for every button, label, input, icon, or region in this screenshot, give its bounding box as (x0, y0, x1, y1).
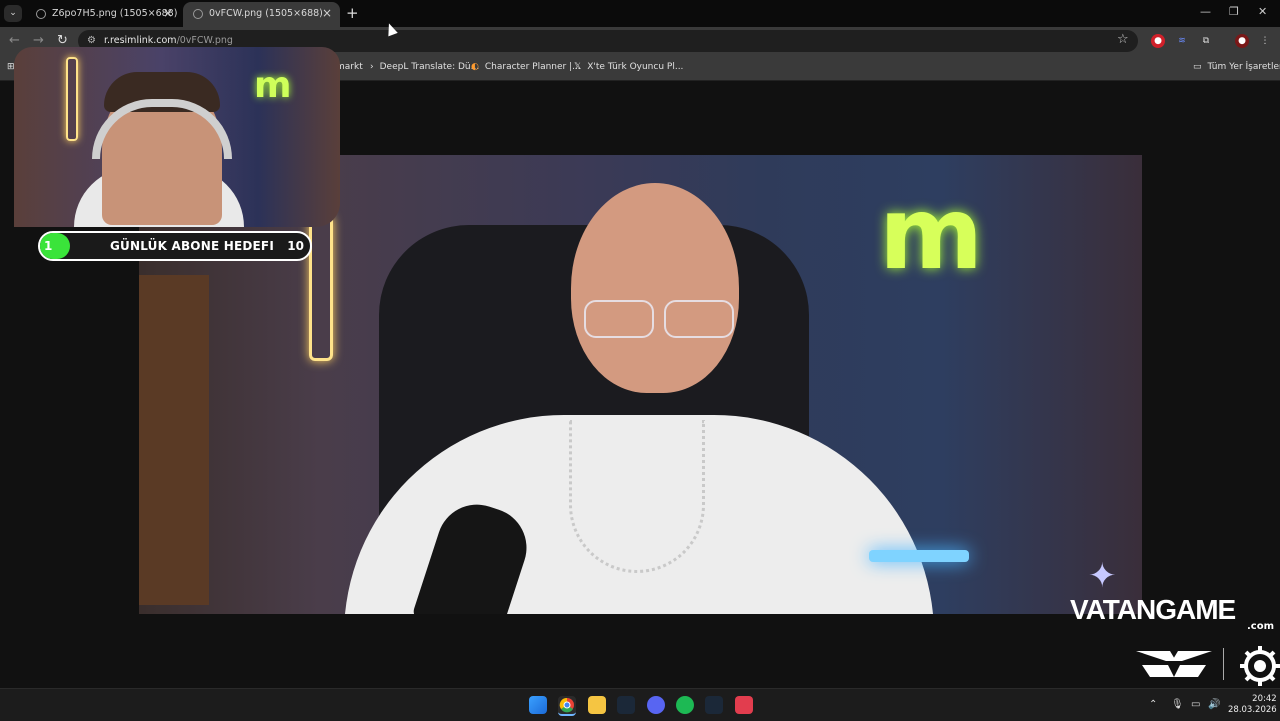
all-bookmarks-folder[interactable]: ▭ Tüm Yer İşaretleri (1193, 62, 1280, 72)
monster-energy-neon-logo: ⅿ (879, 175, 984, 292)
url-domain: r.resimlink.com (104, 35, 177, 46)
extensions-puzzle-icon[interactable]: ⧉ (1199, 34, 1213, 48)
close-icon[interactable]: × (163, 6, 173, 20)
wooden-shelf (139, 275, 209, 605)
tray-chevron-icon[interactable]: ⌃ (1149, 699, 1157, 710)
taskbar: ⌃ 🎙 ▭ 🔊 20:42 28.03.2026 (0, 688, 1280, 721)
glasses (584, 300, 744, 340)
streamer-head (571, 183, 739, 393)
sparkle-icon: ✦ (1088, 556, 1117, 596)
tab-title: 0vFCW.png (1505×688) (209, 8, 323, 19)
goal-current: 1 (44, 239, 53, 253)
wings-logo-icon (1136, 651, 1212, 677)
site-info-icon[interactable]: ⚙ (87, 35, 96, 46)
globe-icon (193, 9, 203, 19)
subscriber-goal-bar: 1 GÜNLÜK ABONE HEDEFI 10 (38, 231, 312, 261)
reload-button[interactable]: ↻ (57, 33, 68, 48)
minimize-button[interactable]: — (1200, 5, 1211, 18)
bookmark-item[interactable]: ◐ Character Planner |... (471, 62, 581, 72)
extension-red-icon[interactable]: ● (1151, 34, 1165, 48)
bookmark-label: Character Planner |... (484, 62, 581, 72)
clock-date: 28.03.2026 (1228, 705, 1277, 715)
character-planner-icon: ◐ (471, 62, 479, 72)
bookmark-item[interactable]: › DeepL Translate: Dü... (370, 62, 479, 72)
clock-time: 20:42 (1252, 694, 1277, 704)
goal-target: 10 (287, 239, 304, 253)
deepl-icon: › (370, 62, 374, 72)
app-red-icon[interactable] (735, 696, 753, 714)
bookmark-label: DeepL Translate: Dü... (379, 62, 480, 72)
webcam-overlay: ⅿ (14, 47, 340, 227)
bookmark-label: markt (336, 62, 363, 72)
back-button[interactable]: ← (9, 33, 20, 48)
bookmark-label: Tüm Yer İşaretleri (1207, 62, 1280, 72)
tab-1[interactable]: Z6po7H5.png (1505×688) × (26, 2, 181, 27)
monster-energy-logo: ⅿ (254, 65, 292, 106)
tab-search-button[interactable]: ⌄ (4, 5, 22, 22)
file-explorer-icon[interactable] (588, 696, 606, 714)
restore-button[interactable]: ❐ (1229, 5, 1239, 18)
x-logo-icon: 𝕏 (574, 62, 582, 72)
window-close-button[interactable]: ✕ (1258, 5, 1267, 18)
bookmark-label: X'te Türk Oyuncu Pl... (587, 62, 684, 72)
microphone-icon[interactable]: 🎙 (1171, 699, 1184, 710)
neon-light (309, 215, 333, 361)
sponsor-divider (1223, 648, 1224, 680)
bookmark-item[interactable]: 𝕏 X'te Türk Oyuncu Pl... (574, 62, 683, 72)
display-icon[interactable]: ▭ (1191, 699, 1200, 710)
bookmark-item[interactable]: markt (336, 62, 363, 72)
steelseries-logo-icon (1240, 646, 1280, 686)
close-icon[interactable]: × (322, 6, 332, 20)
url-path: /0vFCW.png (176, 35, 233, 46)
chrome-icon[interactable] (558, 696, 576, 716)
goal-label: GÜNLÜK ABONE HEDEFI (110, 239, 274, 253)
volume-icon[interactable]: 🔊 (1208, 699, 1220, 710)
vatangame-domain: .com (1247, 621, 1275, 632)
bookmark-star-icon[interactable]: ☆ (1117, 32, 1129, 47)
steam-icon[interactable] (617, 696, 635, 714)
tab-strip: ⌄ Z6po7H5.png (1505×688) × 0vFCW.png (15… (0, 0, 1280, 27)
forward-button[interactable]: → (33, 33, 44, 48)
spotify-icon[interactable] (676, 696, 694, 714)
new-tab-button[interactable]: + (346, 4, 359, 22)
desk-led-glow (869, 550, 969, 562)
steam-icon[interactable] (705, 696, 723, 714)
start-windows-icon[interactable] (529, 696, 547, 714)
extension-wave-icon[interactable]: ≋ (1175, 34, 1189, 48)
browser-menu-icon[interactable]: ⋮ (1258, 34, 1272, 48)
address-url: r.resimlink.com/0vFCW.png (104, 35, 233, 46)
folder-icon: ▭ (1193, 62, 1202, 72)
tab-title: Z6po7H5.png (1505×688) (52, 8, 178, 19)
system-clock[interactable]: 20:42 28.03.2026 (1228, 694, 1277, 716)
vatangame-logo: VATANGAME (1070, 594, 1236, 625)
silver-chain (569, 420, 705, 573)
neon-light (66, 57, 78, 141)
discord-icon[interactable] (647, 696, 665, 714)
profile-avatar[interactable]: ● (1235, 34, 1249, 48)
tab-2-active[interactable]: 0vFCW.png (1505×688) × (183, 2, 340, 27)
globe-icon (36, 9, 46, 19)
